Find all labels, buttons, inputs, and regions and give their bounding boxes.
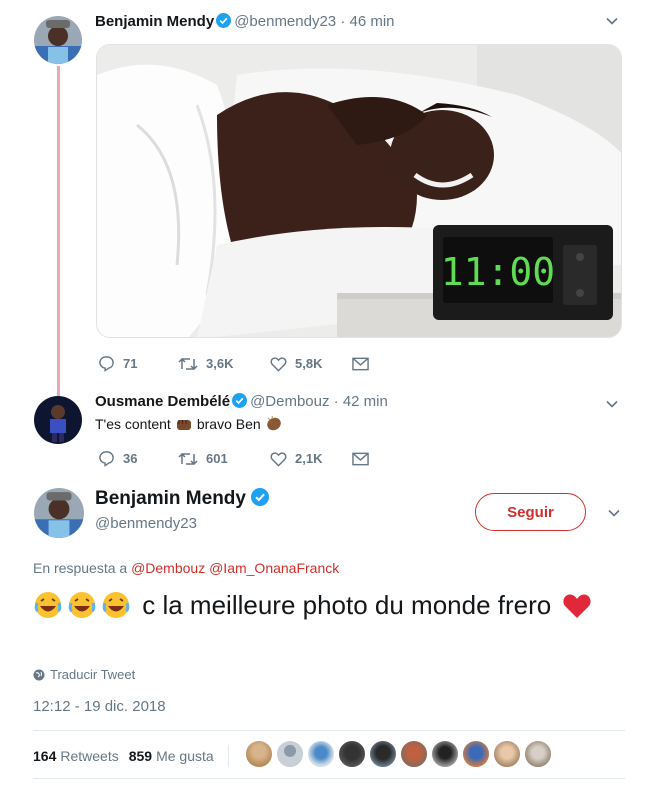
retweet-icon xyxy=(178,452,198,465)
tweet2-author-name[interactable]: Ousmane Dembélé xyxy=(95,393,230,410)
message-icon xyxy=(352,452,369,465)
tweet2-text-before: T'es content xyxy=(95,416,171,432)
message-button[interactable] xyxy=(352,357,369,371)
in-reply-prefix: En respuesta a xyxy=(33,560,128,576)
liker-avatar[interactable] xyxy=(462,740,490,768)
likes-count: 859 xyxy=(128,748,153,764)
main-author-name-text: Benjamin Mendy xyxy=(95,488,246,509)
tweet1-handle[interactable]: @benmendy23 xyxy=(234,13,336,30)
chevron-down-icon[interactable] xyxy=(607,506,621,525)
liker-avatar[interactable] xyxy=(276,740,304,768)
chevron-down-icon[interactable] xyxy=(605,14,619,33)
likes-stat[interactable]: 859 Me gusta xyxy=(129,748,214,764)
retweet-count: 601 xyxy=(206,451,228,466)
avatar-ousmane-dembele[interactable] xyxy=(34,396,82,444)
tweet1-actions: 71 3,6K 5,8K xyxy=(98,355,369,372)
tweet1-photo[interactable]: 11:00 xyxy=(96,44,622,338)
main-tweet-text-content: c la meilleure photo du monde frero xyxy=(142,590,552,620)
translate-tweet-link[interactable]: Traducir Tweet xyxy=(33,667,135,682)
divider xyxy=(33,730,625,731)
main-handle[interactable]: @benmendy23 xyxy=(95,515,197,532)
like-count: 2,1K xyxy=(295,451,323,466)
tweet1-time[interactable]: · 46 min xyxy=(340,13,394,30)
main-author-name[interactable]: Benjamin Mendy xyxy=(95,488,272,510)
reply-count: 36 xyxy=(123,451,138,466)
clock-display: 11:00 xyxy=(441,250,555,294)
liker-avatar[interactable] xyxy=(400,740,428,768)
liker-avatar[interactable] xyxy=(524,740,552,768)
retweet-icon xyxy=(178,357,198,370)
avatar-benjamin-mendy[interactable] xyxy=(34,16,82,64)
retweets-label: Retweets xyxy=(60,748,119,764)
reply-icon xyxy=(99,451,114,467)
liker-avatar[interactable] xyxy=(431,740,459,768)
liker-avatar[interactable] xyxy=(338,740,366,768)
message-icon xyxy=(352,357,369,370)
liker-avatar[interactable] xyxy=(245,740,273,768)
reply-count: 71 xyxy=(123,356,138,371)
retweet-button[interactable]: 601 xyxy=(178,451,270,467)
divider xyxy=(33,778,625,779)
reply-button[interactable]: 36 xyxy=(98,450,178,467)
tweet2-text-after: bravo Ben xyxy=(196,416,261,432)
like-icon xyxy=(270,451,287,467)
tweet1-author-name[interactable]: Benjamin Mendy xyxy=(95,13,214,30)
likes-label: Me gusta xyxy=(156,748,214,764)
like-button[interactable]: 5,8K xyxy=(270,356,352,372)
retweets-stat[interactable]: 164 Retweets xyxy=(33,748,119,764)
message-button[interactable] xyxy=(352,452,369,466)
laughing-emoji-icon xyxy=(68,592,96,618)
heart-icon xyxy=(563,594,592,618)
fist-emoji-icon xyxy=(176,420,191,430)
tweet2-time[interactable]: · 42 min xyxy=(334,393,388,410)
tweet2-actions: 36 601 2,1K xyxy=(98,450,369,467)
liker-avatar[interactable] xyxy=(493,740,521,768)
liker-avatar[interactable] xyxy=(307,740,335,768)
tweet-timestamp[interactable]: 12:12 - 19 dic. 2018 xyxy=(33,698,166,715)
verified-icon xyxy=(250,488,269,506)
in-reply-to: En respuesta a @Dembouz @Iam_OnanaFranck xyxy=(33,560,339,576)
tweet2-text: T'es content bravo Ben xyxy=(95,414,287,432)
like-count: 5,8K xyxy=(295,356,323,371)
reply-icon xyxy=(99,356,114,372)
retweet-button[interactable]: 3,6K xyxy=(178,356,270,372)
globe-icon xyxy=(33,669,45,680)
like-button[interactable]: 2,1K xyxy=(270,451,352,467)
main-tweet-text: c la meilleure photo du monde frero xyxy=(33,587,633,623)
tweet1-header: Benjamin Mendy @benmendy23 · 46 min xyxy=(95,13,395,30)
clap-emoji-icon xyxy=(266,415,281,431)
follow-button[interactable]: Seguir xyxy=(475,493,586,531)
thread-line xyxy=(57,66,60,396)
chevron-down-icon[interactable] xyxy=(605,397,619,416)
tweet2-handle[interactable]: @Dembouz xyxy=(250,393,329,410)
verified-icon xyxy=(232,393,248,408)
retweet-count: 3,6K xyxy=(206,356,234,371)
verified-icon xyxy=(216,13,232,28)
stats-separator xyxy=(227,745,229,767)
laughing-emoji-icon xyxy=(34,592,62,618)
like-icon xyxy=(270,356,287,372)
tweet2-header: Ousmane Dembélé @Dembouz · 42 min xyxy=(95,393,388,410)
avatar-main-benjamin-mendy[interactable] xyxy=(34,488,84,538)
laughing-emoji-icon xyxy=(102,592,130,618)
likers-avatars xyxy=(245,740,552,768)
mention-link[interactable]: @Iam_OnanaFranck xyxy=(209,560,339,576)
mention-link[interactable]: @Dembouz xyxy=(131,560,205,576)
retweets-count: 164 xyxy=(33,748,57,764)
engagement-stats: 164 Retweets 859 Me gusta xyxy=(33,745,243,767)
liker-avatar[interactable] xyxy=(369,740,397,768)
translate-label: Traducir Tweet xyxy=(50,667,136,682)
reply-button[interactable]: 71 xyxy=(98,355,178,372)
